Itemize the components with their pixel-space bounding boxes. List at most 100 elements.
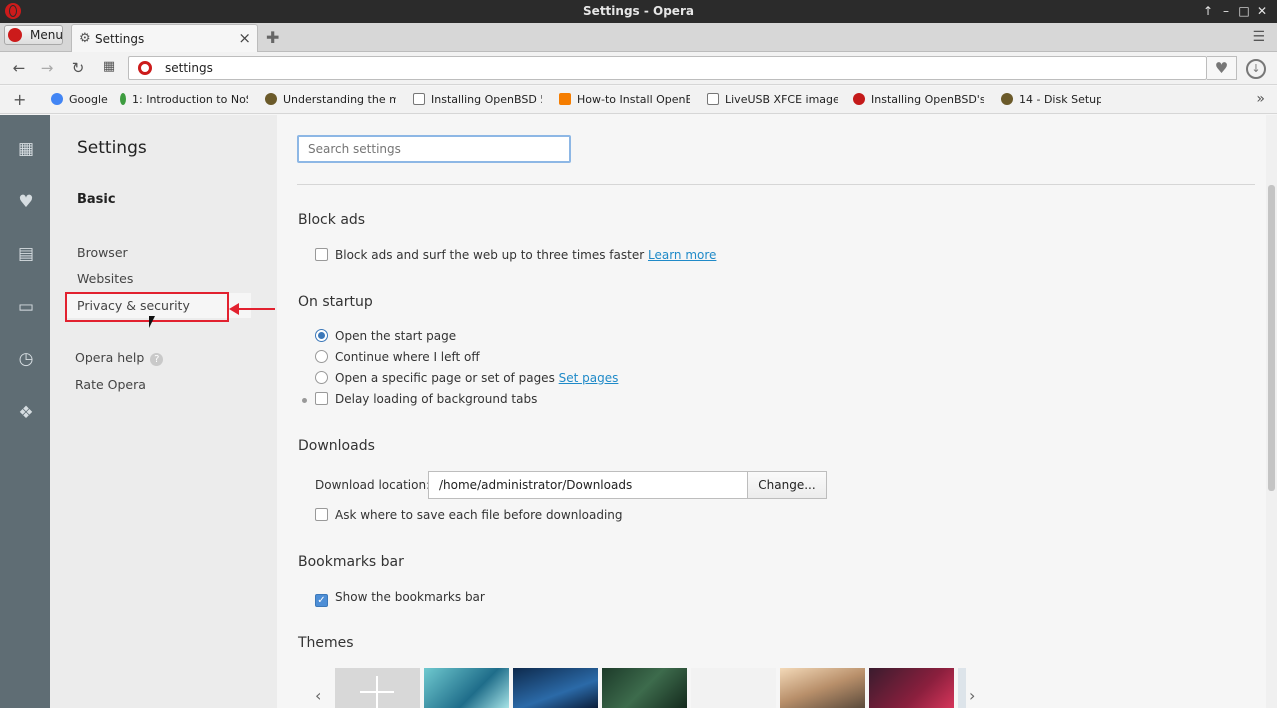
close-window-button[interactable]: ✕ <box>1254 3 1270 19</box>
startup-option-row: Open a specific page or set of pages Set… <box>315 371 618 385</box>
forward-button[interactable]: → <box>38 59 56 77</box>
nav-websites[interactable]: Websites <box>77 271 133 286</box>
add-theme-button[interactable] <box>335 668 420 708</box>
theme-thumbnail[interactable] <box>513 668 598 708</box>
nav-browser[interactable]: Browser <box>77 245 128 260</box>
bookmark-label: How-to Install OpenBS <box>577 93 690 106</box>
tab-menu-icon[interactable]: ☰ <box>1252 29 1265 45</box>
history-icon[interactable]: ◷ <box>15 348 37 370</box>
devices-icon[interactable]: ▭ <box>15 296 37 318</box>
delay-loading-checkbox[interactable] <box>315 392 328 405</box>
specific-page-label: Open a specific page or set of pages <box>335 371 555 385</box>
bug-icon <box>1001 93 1013 105</box>
block-ads-checkbox[interactable] <box>315 248 328 261</box>
bookmark-label: LiveUSB XFCE image w <box>725 93 838 106</box>
scrollbar-thumb[interactable] <box>1268 185 1275 491</box>
page-icon <box>707 93 719 105</box>
nav-opera-help[interactable]: Opera help? <box>75 350 164 366</box>
heart-icon[interactable]: ♥ <box>15 191 37 213</box>
bookmark-item[interactable]: Installing OpenBSD's h <box>853 93 984 106</box>
ask-save-label: Ask where to save each file before downl… <box>335 508 623 522</box>
nav-rate-opera[interactable]: Rate Opera <box>75 377 146 392</box>
maximize-button[interactable]: □ <box>1236 3 1252 19</box>
chevron-right-icon[interactable]: › <box>969 686 975 705</box>
bookmark-item[interactable]: LiveUSB XFCE image w <box>707 93 838 106</box>
bookmark-label: Installing OpenBSD's h <box>871 93 984 106</box>
show-bookmarks-row: ✓ Show the bookmarks bar <box>315 590 485 607</box>
tab-label: Settings <box>95 32 145 46</box>
learn-more-link[interactable]: Learn more <box>648 248 716 262</box>
settings-content: Block ads Block ads and surf the web up … <box>277 115 1266 708</box>
speed-dial-icon[interactable]: ▦ <box>15 138 37 160</box>
mouse-cursor-icon <box>149 316 155 328</box>
set-pages-link[interactable]: Set pages <box>559 371 619 385</box>
block-ads-row: Block ads and surf the web up to three t… <box>315 248 716 262</box>
show-bookmarks-checkbox[interactable]: ✓ <box>315 594 328 607</box>
window-title: Settings - Opera <box>583 4 694 18</box>
bookmark-item[interactable]: How-to Install OpenBS <box>559 93 690 106</box>
change-button[interactable]: Change... <box>747 471 827 499</box>
download-icon[interactable]: ↓ <box>1246 59 1266 79</box>
theme-thumbnail[interactable] <box>958 668 966 708</box>
bookmark-label: Installing OpenBSD 5.8 <box>431 93 542 106</box>
chevron-left-icon[interactable]: ‹ <box>315 686 321 705</box>
nav-basic[interactable]: Basic <box>77 192 116 207</box>
speed-dial-button[interactable]: ▦ <box>100 59 118 74</box>
bookmark-item[interactable]: 1: Introduction to NoSC <box>120 93 248 106</box>
tab-settings[interactable]: ⚙ Settings × <box>71 24 258 52</box>
back-button[interactable]: ← <box>10 59 28 77</box>
continue-radio[interactable] <box>315 350 328 363</box>
delay-loading-label: Delay loading of background tabs <box>335 392 538 406</box>
gear-icon: ⚙ <box>79 31 91 46</box>
bookmark-item[interactable]: Installing OpenBSD 5.8 <box>413 93 542 106</box>
bookmark-item[interactable]: Understanding the moc <box>265 93 396 106</box>
openbsd-icon <box>853 93 865 105</box>
new-tab-button[interactable]: ✚ <box>266 28 279 47</box>
bug-icon <box>265 93 277 105</box>
opera-menu-icon <box>8 28 22 42</box>
continue-label: Continue where I left off <box>335 350 480 364</box>
help-icon: ? <box>150 353 164 366</box>
google-icon <box>51 93 63 105</box>
section-title-block-ads: Block ads <box>298 212 366 228</box>
address-text: settings <box>165 61 213 75</box>
section-title-downloads: Downloads <box>298 438 375 454</box>
search-settings-input[interactable] <box>297 135 571 163</box>
bookmark-label: Google <box>69 93 108 106</box>
menu-button[interactable]: Menu <box>4 25 63 45</box>
theme-thumbnail[interactable] <box>691 668 776 708</box>
extensions-icon[interactable]: ❖ <box>15 402 37 424</box>
bullet-dot <box>302 398 307 403</box>
block-ads-label: Block ads and surf the web up to three t… <box>335 248 645 262</box>
theme-thumbnail[interactable] <box>780 668 865 708</box>
bookmark-item[interactable]: Google <box>51 93 111 106</box>
specific-page-radio[interactable] <box>315 371 328 384</box>
delay-loading-row: Delay loading of background tabs <box>315 392 537 406</box>
reload-button[interactable]: ↻ <box>69 59 87 77</box>
theme-thumbnail[interactable] <box>424 668 509 708</box>
heart-icon[interactable]: ♥ <box>1207 56 1237 80</box>
annotation-arrow <box>229 303 275 315</box>
theme-thumbnail[interactable] <box>602 668 687 708</box>
theme-thumbnail[interactable] <box>869 668 954 708</box>
bookmark-label: 14 - Disk Setup <box>1019 93 1101 106</box>
keep-above-icon[interactable]: ↑ <box>1200 3 1216 19</box>
download-location-field[interactable]: /home/administrator/Downloads <box>428 471 748 499</box>
sidebar: ▦ ♥ ▤ ▭ ◷ ❖ <box>0 115 50 708</box>
menu-label: Menu <box>30 28 63 42</box>
address-field[interactable]: settings <box>128 56 1207 80</box>
close-tab-icon[interactable]: × <box>238 29 251 47</box>
bookmark-label: Understanding the moc <box>283 93 396 106</box>
bookmarks-bar: + Google 1: Introduction to NoSC Underst… <box>0 86 1277 114</box>
bookmark-item[interactable]: 14 - Disk Setup <box>1001 93 1101 106</box>
ask-save-checkbox[interactable] <box>315 508 328 521</box>
navigation-bar: ← → ↻ ▦ settings ♥ ↓ <box>0 52 1277 85</box>
scrollbar[interactable] <box>1266 115 1277 708</box>
minimize-button[interactable]: – <box>1218 3 1234 19</box>
leaf-icon <box>120 93 126 105</box>
more-bookmarks-icon[interactable]: » <box>1256 91 1265 107</box>
news-icon[interactable]: ▤ <box>15 243 37 265</box>
ask-save-row: Ask where to save each file before downl… <box>315 508 623 522</box>
start-page-radio[interactable] <box>315 329 328 342</box>
add-bookmark-button[interactable]: + <box>13 90 26 109</box>
